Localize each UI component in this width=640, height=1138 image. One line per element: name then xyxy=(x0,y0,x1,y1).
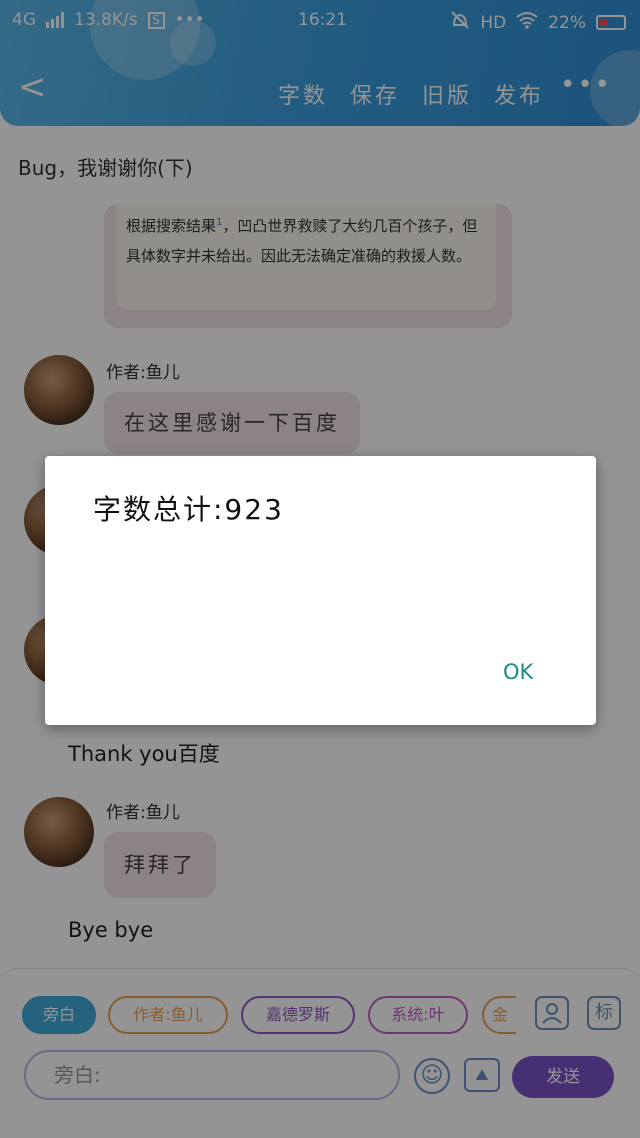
word-count-dialog: 字数总计:923 OK xyxy=(45,456,596,725)
ok-button[interactable]: OK xyxy=(503,660,533,684)
word-count-text: 字数总计:923 xyxy=(93,493,284,526)
